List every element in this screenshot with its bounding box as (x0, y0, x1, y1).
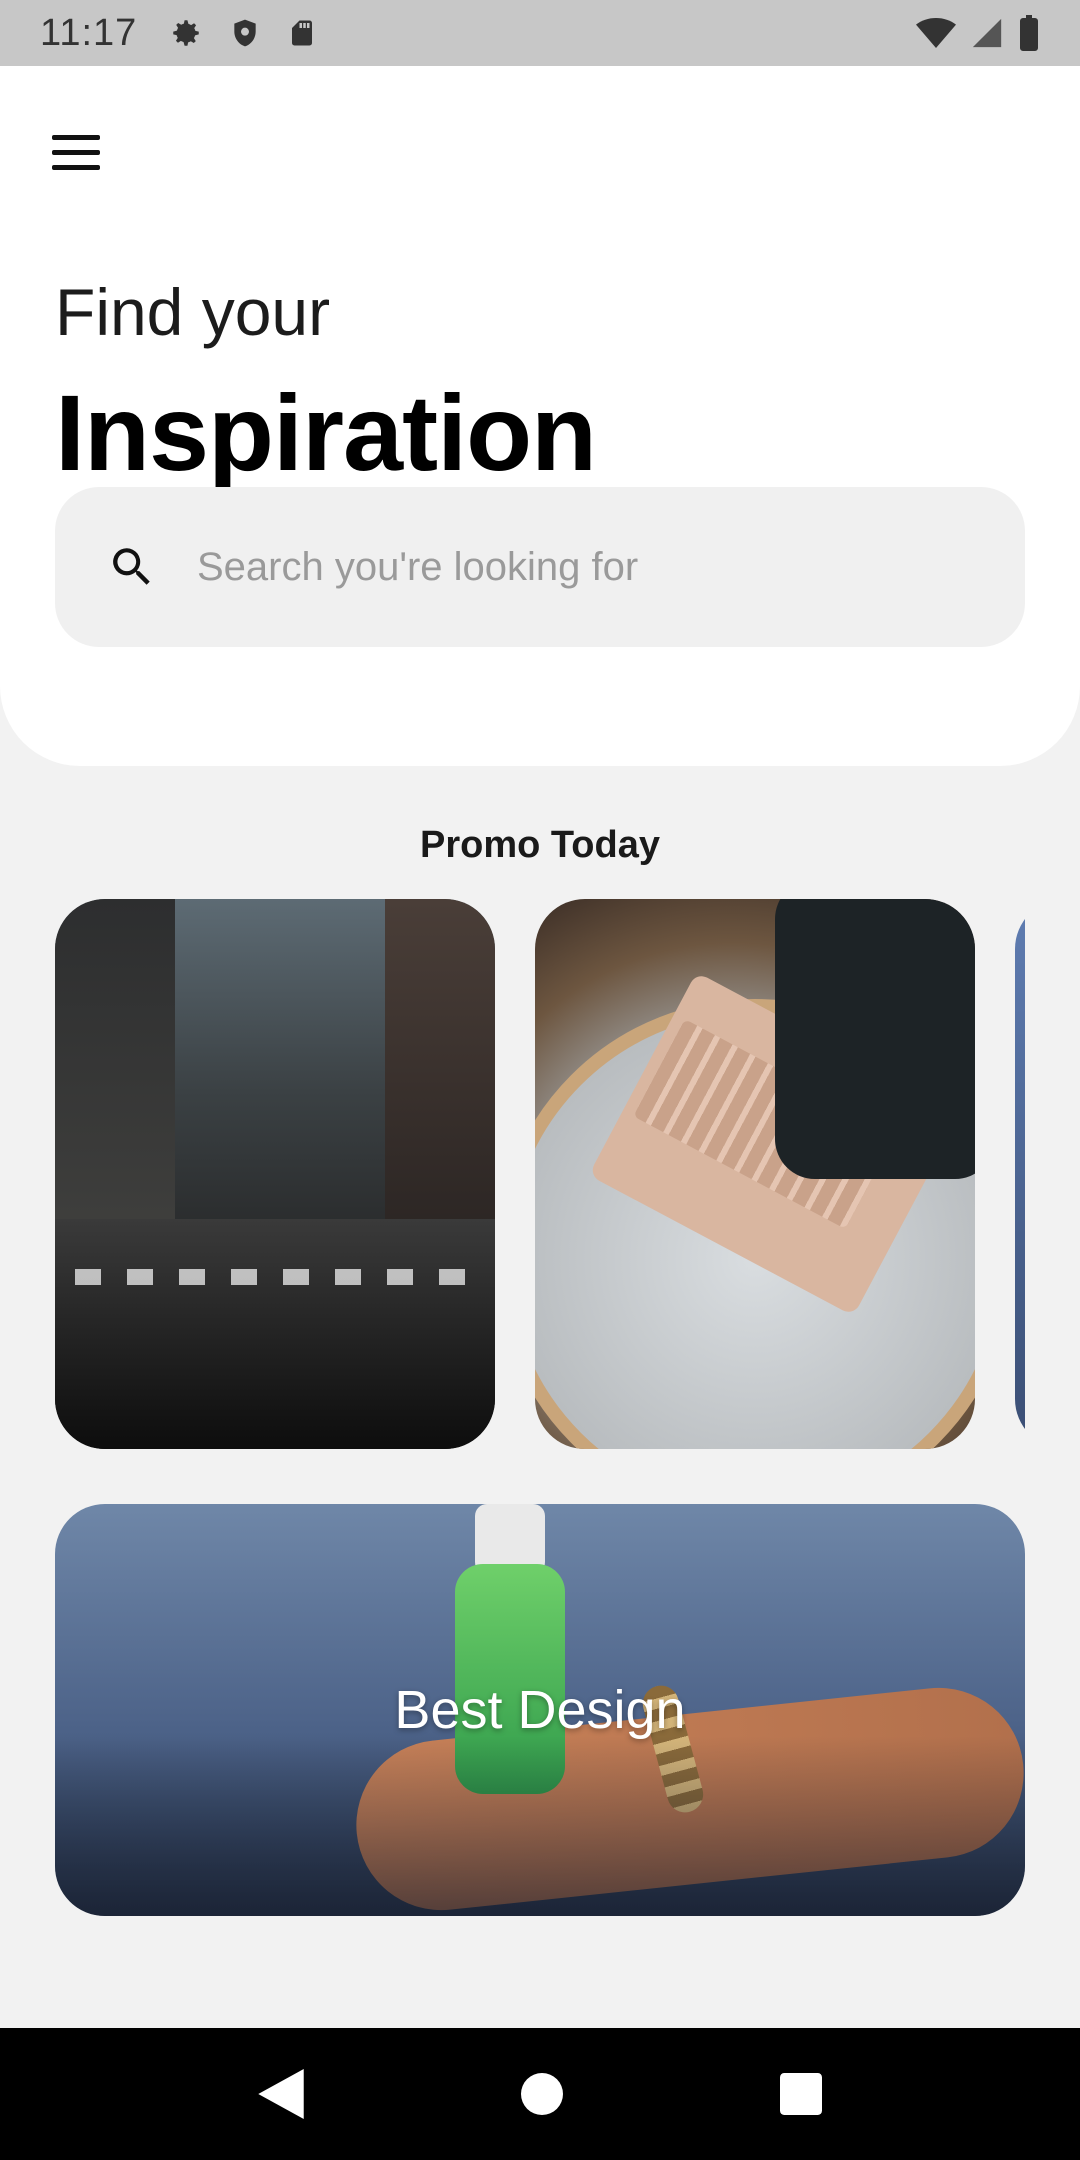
sleeve-shape (775, 899, 975, 1179)
gear-icon (169, 16, 203, 50)
header-card: Find your Inspiration (0, 66, 1080, 766)
best-design-banner[interactable]: Best Design (55, 1504, 1025, 1916)
search-bar[interactable] (55, 487, 1025, 647)
recents-icon[interactable] (779, 2073, 822, 2115)
promo-card-city-street[interactable] (55, 899, 495, 1449)
status-left-icons (169, 16, 317, 50)
search-icon[interactable] (107, 542, 157, 592)
banner-label: Best Design (394, 1680, 686, 1740)
search-input[interactable] (197, 544, 957, 590)
hamburger-menu-icon[interactable] (44, 124, 108, 180)
city-street-photo (55, 899, 175, 1239)
home-icon[interactable] (520, 2073, 563, 2115)
status-bar: 11:17 (0, 0, 1080, 66)
headline-large: Inspiration (55, 372, 597, 493)
system-nav-bar (0, 2028, 1080, 2160)
status-right-icons (916, 15, 1040, 51)
wifi-icon (916, 16, 956, 50)
road-shape (55, 1219, 495, 1449)
sd-card-icon (287, 16, 317, 50)
shield-icon (229, 16, 261, 50)
signal-icon (970, 16, 1004, 50)
promo-card-partial[interactable] (1015, 899, 1025, 1449)
promo-card-laptop[interactable] (535, 899, 975, 1449)
status-time: 11:17 (40, 11, 138, 54)
back-icon[interactable] (258, 2069, 305, 2119)
battery-icon (1018, 15, 1040, 51)
promo-carousel[interactable] (55, 899, 1025, 1449)
crosswalk-shape (75, 1269, 475, 1285)
headline-small: Find your (55, 275, 331, 349)
building-shape (385, 899, 495, 1229)
promo-section-title: Promo Today (420, 824, 660, 866)
